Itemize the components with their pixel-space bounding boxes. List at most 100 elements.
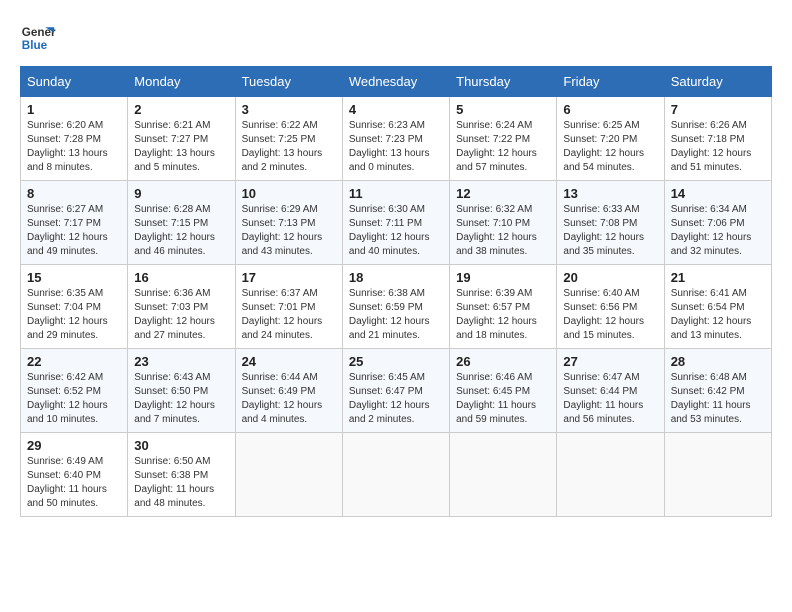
column-header-wednesday: Wednesday	[342, 67, 449, 97]
day-info: Sunrise: 6:38 AMSunset: 6:59 PMDaylight:…	[349, 287, 443, 343]
calendar-cell: 24Sunrise: 6:44 AMSunset: 6:49 PMDayligh…	[235, 349, 342, 433]
calendar-cell	[664, 433, 771, 517]
day-number: 4	[349, 102, 443, 117]
day-info: Sunrise: 6:43 AMSunset: 6:50 PMDaylight:…	[134, 371, 228, 427]
day-info: Sunrise: 6:48 AMSunset: 6:42 PMDaylight:…	[671, 371, 765, 427]
day-number: 29	[27, 438, 121, 453]
calendar-cell: 13 Sunrise: 6:33 AMSunset: 7:08 PMDayligh…	[557, 181, 664, 265]
calendar-cell: 28 Sunrise: 6:48 AMSunset: 6:42 PMDayligh…	[664, 349, 771, 433]
calendar-week-row: 1 Sunrise: 6:20 AMSunset: 7:28 PMDaylight…	[21, 97, 772, 181]
calendar-cell: 4 Sunrise: 6:23 AMSunset: 7:23 PMDaylight…	[342, 97, 449, 181]
day-info: Sunrise: 6:36 AMSunset: 7:03 PMDaylight:…	[134, 287, 228, 343]
calendar-week-row: 8Sunrise: 6:27 AMSunset: 7:17 PMDaylight…	[21, 181, 772, 265]
day-number: 16	[134, 270, 228, 285]
day-info: Sunrise: 6:46 AMSunset: 6:45 PMDaylight:…	[456, 371, 550, 427]
calendar-cell: 12 Sunrise: 6:32 AMSunset: 7:10 PMDayligh…	[450, 181, 557, 265]
day-info: Sunrise: 6:33 AMSunset: 7:08 PMDaylight:…	[563, 203, 657, 259]
day-number: 14	[671, 186, 765, 201]
day-info: Sunrise: 6:20 AMSunset: 7:28 PMDaylight:…	[27, 119, 121, 175]
column-header-thursday: Thursday	[450, 67, 557, 97]
svg-text:Blue: Blue	[22, 39, 48, 52]
column-header-sunday: Sunday	[21, 67, 128, 97]
day-info: Sunrise: 6:35 AMSunset: 7:04 PMDaylight:…	[27, 287, 121, 343]
day-number: 13	[563, 186, 657, 201]
day-number: 17	[242, 270, 336, 285]
calendar-table: SundayMondayTuesdayWednesdayThursdayFrid…	[20, 66, 772, 517]
day-number: 18	[349, 270, 443, 285]
day-info: Sunrise: 6:37 AMSunset: 7:01 PMDaylight:…	[242, 287, 336, 343]
calendar-cell: 22 Sunrise: 6:42 AMSunset: 6:52 PMDayligh…	[21, 349, 128, 433]
day-info: Sunrise: 6:50 AMSunset: 6:38 PMDaylight:…	[134, 455, 228, 511]
calendar-cell	[235, 433, 342, 517]
calendar-cell: 7 Sunrise: 6:26 AMSunset: 7:18 PMDaylight…	[664, 97, 771, 181]
day-number: 1	[27, 102, 121, 117]
calendar-cell: 26 Sunrise: 6:46 AMSunset: 6:45 PMDayligh…	[450, 349, 557, 433]
day-info: Sunrise: 6:23 AMSunset: 7:23 PMDaylight:…	[349, 119, 443, 175]
day-info: Sunrise: 6:26 AMSunset: 7:18 PMDaylight:…	[671, 119, 765, 175]
day-number: 23	[134, 354, 228, 369]
day-number: 21	[671, 270, 765, 285]
day-number: 15	[27, 270, 121, 285]
day-info: Sunrise: 6:39 AMSunset: 6:57 PMDaylight:…	[456, 287, 550, 343]
day-info: Sunrise: 6:45 AMSunset: 6:47 PMDaylight:…	[349, 371, 443, 427]
calendar-cell: 15 Sunrise: 6:35 AMSunset: 7:04 PMDayligh…	[21, 265, 128, 349]
logo-icon: General Blue	[20, 20, 56, 56]
day-number: 3	[242, 102, 336, 117]
column-header-saturday: Saturday	[664, 67, 771, 97]
day-number: 22	[27, 354, 121, 369]
day-info: Sunrise: 6:44 AMSunset: 6:49 PMDaylight:…	[242, 371, 336, 427]
calendar-cell: 17 Sunrise: 6:37 AMSunset: 7:01 PMDayligh…	[235, 265, 342, 349]
day-info: Sunrise: 6:25 AMSunset: 7:20 PMDaylight:…	[563, 119, 657, 175]
day-info: Sunrise: 6:32 AMSunset: 7:10 PMDaylight:…	[456, 203, 550, 259]
calendar-week-row: 15 Sunrise: 6:35 AMSunset: 7:04 PMDayligh…	[21, 265, 772, 349]
day-number: 7	[671, 102, 765, 117]
calendar-cell	[342, 433, 449, 517]
calendar-cell: 30Sunrise: 6:50 AMSunset: 6:38 PMDayligh…	[128, 433, 235, 517]
day-info: Sunrise: 6:28 AMSunset: 7:15 PMDaylight:…	[134, 203, 228, 259]
day-number: 26	[456, 354, 550, 369]
calendar-header-row: SundayMondayTuesdayWednesdayThursdayFrid…	[21, 67, 772, 97]
day-number: 11	[349, 186, 443, 201]
page-header: General Blue	[20, 20, 772, 56]
day-number: 2	[134, 102, 228, 117]
calendar-cell	[450, 433, 557, 517]
column-header-friday: Friday	[557, 67, 664, 97]
day-info: Sunrise: 6:24 AMSunset: 7:22 PMDaylight:…	[456, 119, 550, 175]
calendar-cell: 29 Sunrise: 6:49 AMSunset: 6:40 PMDayligh…	[21, 433, 128, 517]
day-info: Sunrise: 6:42 AMSunset: 6:52 PMDaylight:…	[27, 371, 121, 427]
logo: General Blue	[20, 20, 56, 56]
calendar-cell: 27Sunrise: 6:47 AMSunset: 6:44 PMDayligh…	[557, 349, 664, 433]
calendar-week-row: 22 Sunrise: 6:42 AMSunset: 6:52 PMDayligh…	[21, 349, 772, 433]
day-number: 20	[563, 270, 657, 285]
calendar-cell: 14 Sunrise: 6:34 AMSunset: 7:06 PMDayligh…	[664, 181, 771, 265]
calendar-cell: 19 Sunrise: 6:39 AMSunset: 6:57 PMDayligh…	[450, 265, 557, 349]
calendar-cell	[557, 433, 664, 517]
column-header-monday: Monday	[128, 67, 235, 97]
day-number: 8	[27, 186, 121, 201]
day-info: Sunrise: 6:22 AMSunset: 7:25 PMDaylight:…	[242, 119, 336, 175]
calendar-cell: 10 Sunrise: 6:29 AMSunset: 7:13 PMDayligh…	[235, 181, 342, 265]
day-number: 12	[456, 186, 550, 201]
day-number: 10	[242, 186, 336, 201]
calendar-cell: 16 Sunrise: 6:36 AMSunset: 7:03 PMDayligh…	[128, 265, 235, 349]
calendar-cell: 5Sunrise: 6:24 AMSunset: 7:22 PMDaylight…	[450, 97, 557, 181]
calendar-cell: 25 Sunrise: 6:45 AMSunset: 6:47 PMDayligh…	[342, 349, 449, 433]
day-number: 19	[456, 270, 550, 285]
column-header-tuesday: Tuesday	[235, 67, 342, 97]
day-info: Sunrise: 6:21 AMSunset: 7:27 PMDaylight:…	[134, 119, 228, 175]
calendar-cell: 23 Sunrise: 6:43 AMSunset: 6:50 PMDayligh…	[128, 349, 235, 433]
day-number: 28	[671, 354, 765, 369]
calendar-cell: 20Sunrise: 6:40 AMSunset: 6:56 PMDayligh…	[557, 265, 664, 349]
day-info: Sunrise: 6:49 AMSunset: 6:40 PMDaylight:…	[27, 455, 121, 511]
calendar-cell: 8Sunrise: 6:27 AMSunset: 7:17 PMDaylight…	[21, 181, 128, 265]
calendar-week-row: 29 Sunrise: 6:49 AMSunset: 6:40 PMDayligh…	[21, 433, 772, 517]
calendar-cell: 2 Sunrise: 6:21 AMSunset: 7:27 PMDaylight…	[128, 97, 235, 181]
day-info: Sunrise: 6:47 AMSunset: 6:44 PMDaylight:…	[563, 371, 657, 427]
calendar-cell: 21Sunrise: 6:41 AMSunset: 6:54 PMDayligh…	[664, 265, 771, 349]
calendar-cell: 3 Sunrise: 6:22 AMSunset: 7:25 PMDaylight…	[235, 97, 342, 181]
day-number: 25	[349, 354, 443, 369]
day-number: 6	[563, 102, 657, 117]
calendar-cell: 9Sunrise: 6:28 AMSunset: 7:15 PMDaylight…	[128, 181, 235, 265]
day-info: Sunrise: 6:34 AMSunset: 7:06 PMDaylight:…	[671, 203, 765, 259]
day-info: Sunrise: 6:29 AMSunset: 7:13 PMDaylight:…	[242, 203, 336, 259]
